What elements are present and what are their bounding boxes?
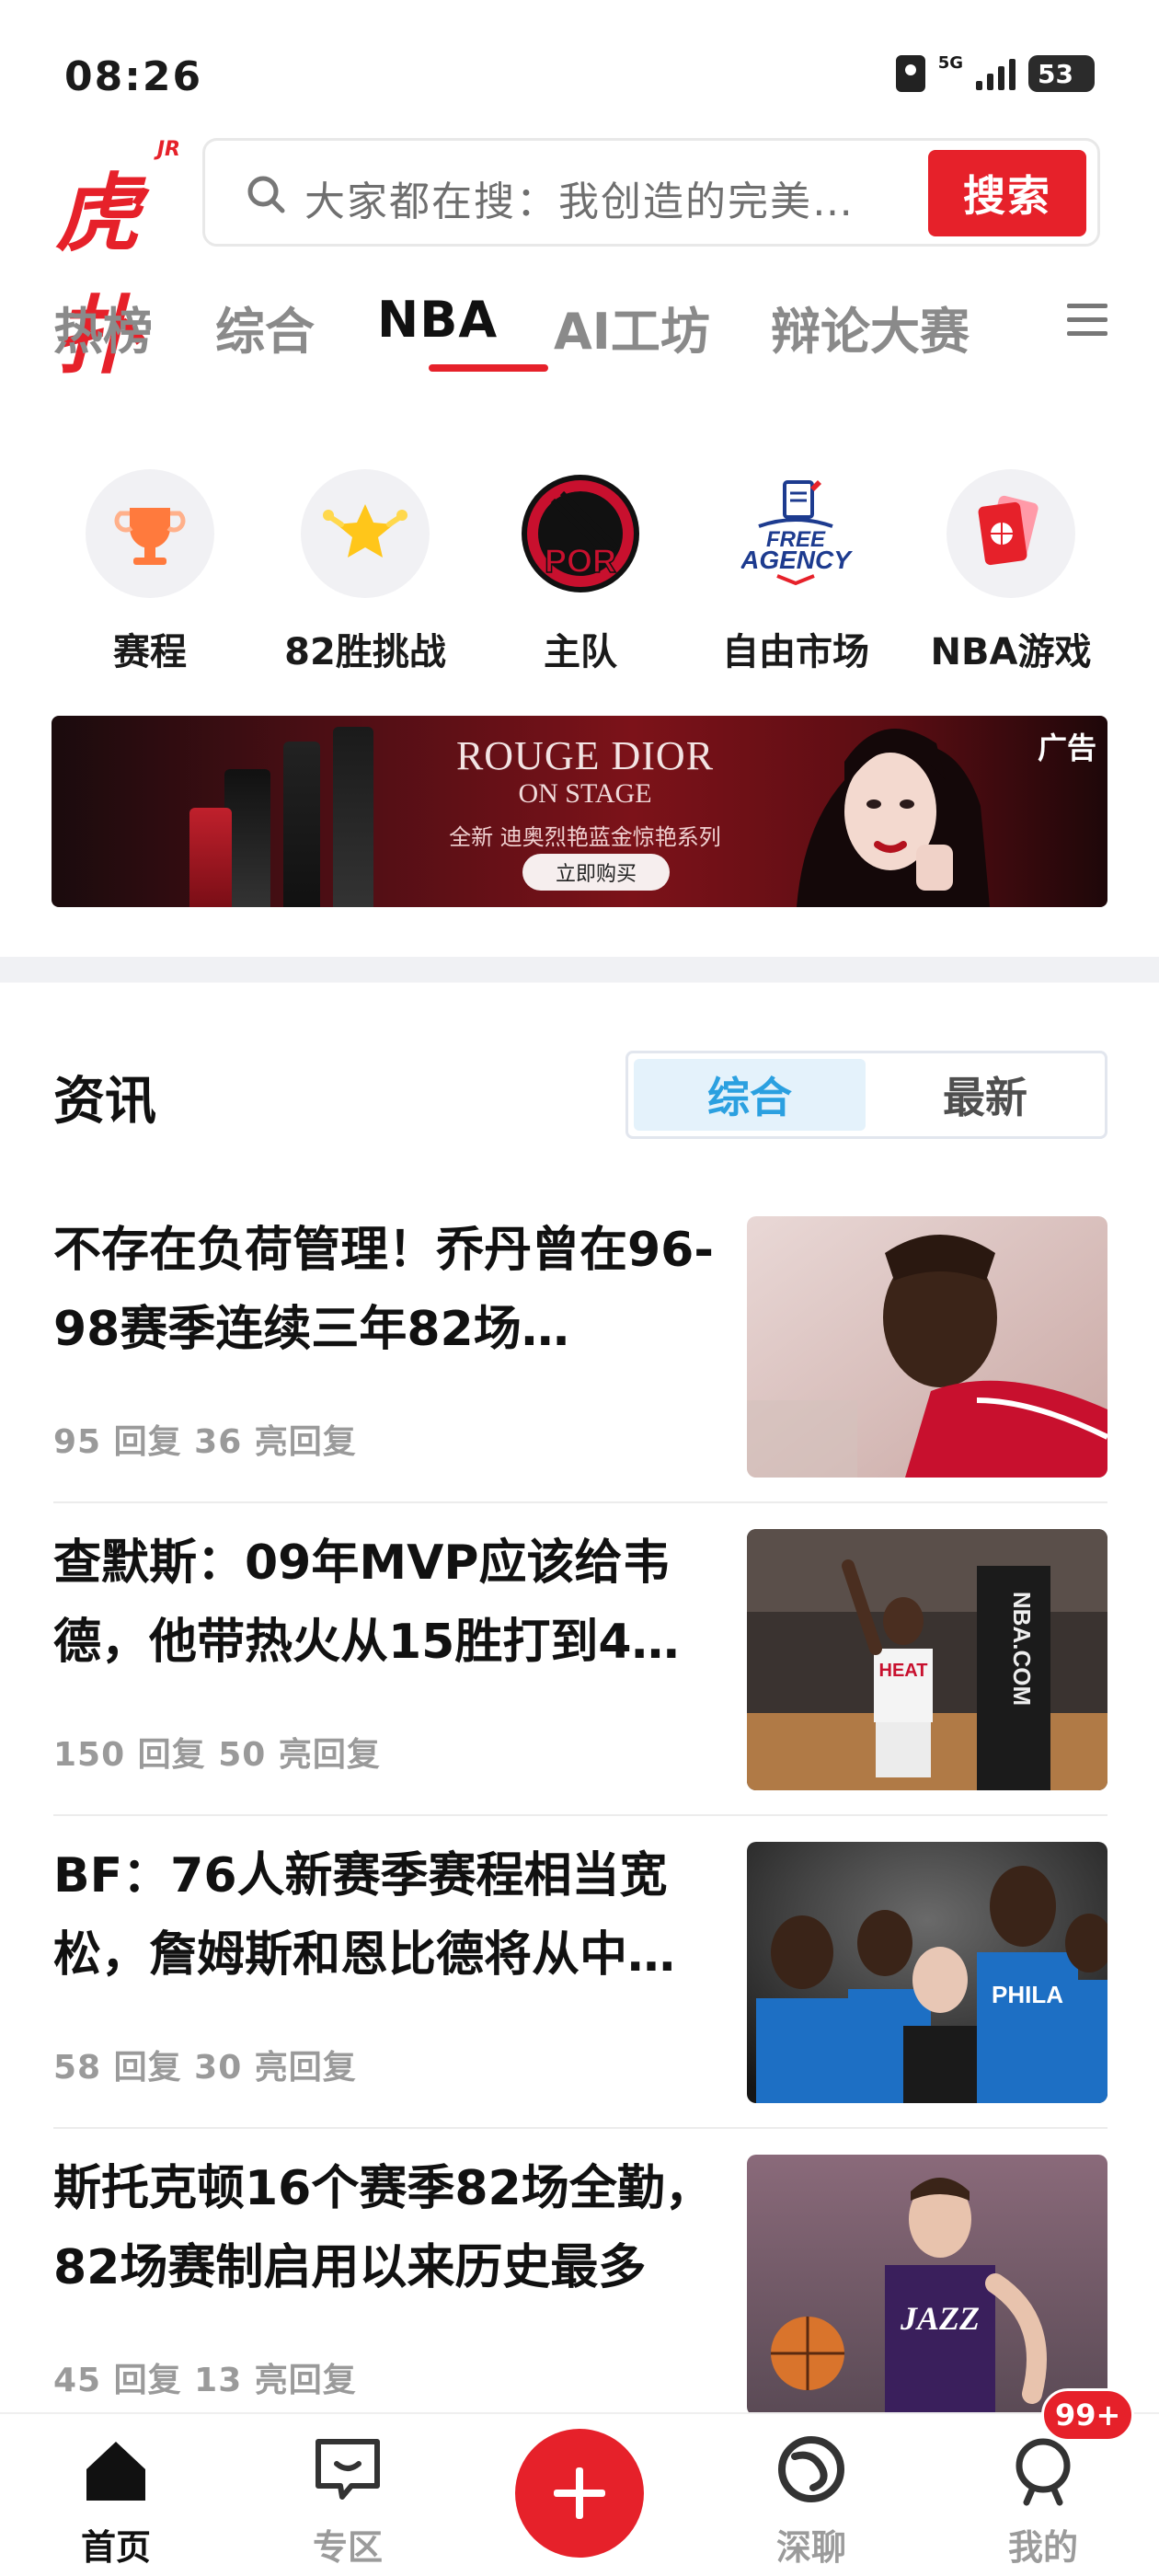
model-photo	[797, 729, 990, 907]
quick-entry-home-team[interactable]: POR 主队	[493, 469, 668, 675]
quick-entry-82-challenge[interactable]: 82胜挑战	[278, 469, 453, 675]
status-time: 08:26	[64, 53, 203, 100]
active-tab-indicator	[429, 364, 548, 372]
news-title: 查默斯：09年MVP应该给韦德，他带热火从15胜打到4…	[53, 1535, 680, 1670]
news-title: 不存在负荷管理！乔丹曾在96-98赛季连续三年82场…	[53, 1223, 714, 1357]
team-logo-icon: POR	[516, 469, 645, 598]
tab-general[interactable]: 综合	[215, 291, 315, 363]
quick-entry-schedule[interactable]: 赛程	[63, 469, 237, 675]
signal-icon	[976, 57, 1016, 90]
news-item[interactable]: 斯托克顿16个赛季82场全勤，82场赛制启用以来历史最多 45 回复 13 亮回…	[53, 2149, 1107, 2453]
nav-profile[interactable]: 我的	[960, 2432, 1126, 2570]
tab-nba[interactable]: NBA	[377, 291, 498, 349]
news-thumbnail: NBA.COM HEAT	[747, 1529, 1107, 1790]
battery-icon: 53	[1028, 55, 1095, 92]
news-title: BF：76人新赛季赛程相当宽松，詹姆斯和恩比德将从中…	[53, 1848, 676, 1983]
top-tabs: 热榜 综合 NBA AI工坊 辩论大赛	[53, 285, 1102, 377]
news-segment-control: 综合 最新	[625, 1051, 1107, 1139]
quick-entry-nba-games[interactable]: NBA游戏	[924, 469, 1098, 675]
bottom-nav: 首页 专区 深聊 我的	[0, 2412, 1159, 2576]
home-icon	[86, 2442, 145, 2501]
lipstick-image	[283, 742, 320, 907]
nav-deep-chat[interactable]: 深聊	[729, 2432, 894, 2570]
nav-label: 专区	[312, 2527, 383, 2568]
thumb-phila: PHILA	[992, 1981, 1063, 2008]
quick-entry-free-market[interactable]: FREE AGENCY 自由市场	[708, 469, 883, 675]
search-input[interactable]: 大家都在搜：我创造的完美…	[304, 168, 948, 227]
news-separator	[53, 1501, 1107, 1503]
section-divider	[0, 957, 1159, 983]
banner-tagline: 全新 迪奥烈艳蓝金惊艳系列	[449, 824, 721, 850]
menu-icon[interactable]	[1067, 304, 1107, 340]
status-bar: 08:26 5G 53	[0, 0, 1159, 138]
news-item[interactable]: 查默斯：09年MVP应该给韦德，他带热火从15胜打到4… 150 回复 50 亮…	[53, 1524, 1107, 1827]
news-thumbnail: JAZZ	[747, 2155, 1107, 2416]
free-agency-icon: FREE AGENCY	[731, 469, 860, 598]
banner-title: ROUGE DIOR	[455, 733, 715, 778]
banner-cta-button[interactable]: 立即购买	[522, 854, 670, 891]
quick-entry-label: 自由市场	[722, 631, 869, 673]
news-thumbnail: PHILA	[747, 1842, 1107, 2103]
nav-zone[interactable]: 专区	[265, 2432, 430, 2570]
ad-tag: 广告	[1037, 730, 1096, 765]
news-item[interactable]: 不存在负荷管理！乔丹曾在96-98赛季连续三年82场… 95 回复 36 亮回复	[53, 1211, 1107, 1514]
profile-icon	[1016, 2438, 1071, 2506]
section-title: 资讯	[53, 1072, 156, 1132]
thumb-nba-com: NBA.COM	[1008, 1592, 1036, 1706]
free-agency-line2: AGENCY	[740, 546, 853, 574]
lipstick-image	[189, 808, 232, 907]
team-logo-text: POR	[545, 542, 616, 580]
news-thumbnail	[747, 1216, 1107, 1478]
network-label: 5G	[937, 52, 963, 73]
news-separator	[53, 2127, 1107, 2129]
chat-box-icon	[316, 2439, 380, 2500]
tab-hot[interactable]: 热榜	[53, 291, 153, 363]
news-title: 斯托克顿16个赛季82场全勤，82场赛制启用以来历史最多	[53, 2161, 713, 2295]
status-icons: 5G 53	[895, 52, 1095, 92]
news-item[interactable]: BF：76人新赛季赛程相当宽松，詹姆斯和恩比德将从中… 58 回复 30 亮回复…	[53, 1836, 1107, 2140]
thumb-heat: HEAT	[879, 1661, 928, 1681]
contact-card-icon	[895, 55, 925, 92]
segment-latest[interactable]: 最新	[869, 1059, 1101, 1131]
swirl-icon	[778, 2436, 844, 2502]
lipstick-image	[333, 727, 373, 907]
segment-general[interactable]: 综合	[634, 1059, 866, 1131]
battery-level: 53	[1038, 58, 1073, 89]
tab-ai-workshop[interactable]: AI工坊	[554, 291, 710, 363]
trophy-icon	[86, 469, 214, 598]
news-separator	[53, 1814, 1107, 1816]
tab-debate[interactable]: 辩论大赛	[771, 291, 970, 363]
banner-subtitle: ON STAGE	[518, 778, 652, 809]
quick-entry-label: 82胜挑战	[284, 631, 446, 673]
search-bar[interactable]: 大家都在搜：我创造的完美… 搜索	[202, 138, 1100, 247]
news-meta: 150 回复 50 亮回复	[53, 1736, 381, 1774]
thumb-jazz: JAZZ	[900, 2300, 980, 2337]
search-icon	[247, 176, 285, 213]
news-meta: 58 回复 30 亮回复	[53, 2049, 357, 2087]
post-button[interactable]	[515, 2429, 644, 2558]
search-button[interactable]: 搜索	[928, 150, 1086, 236]
logo-badge: JR	[156, 138, 180, 161]
ad-banner[interactable]: ROUGE DIOR ON STAGE 全新 迪奥烈艳蓝金惊艳系列 立即购买 广…	[52, 716, 1107, 907]
quick-entry-label: 赛程	[113, 631, 187, 673]
news-meta: 45 回复 13 亮回复	[53, 2362, 357, 2399]
nav-label: 首页	[80, 2527, 151, 2568]
quick-entry-label: 主队	[544, 631, 617, 673]
nav-label: 深聊	[775, 2527, 846, 2568]
star-crown-icon	[301, 469, 430, 598]
nav-label: 我的	[1007, 2527, 1078, 2568]
quick-entry-label: NBA游戏	[930, 631, 1092, 673]
app-logo[interactable]: 虎扑 JR	[55, 138, 180, 385]
notification-badge: 99+	[1041, 2388, 1135, 2442]
news-meta: 95 回复 36 亮回复	[53, 1423, 357, 1461]
nav-home[interactable]: 首页	[33, 2432, 199, 2570]
game-cards-icon	[947, 469, 1075, 598]
